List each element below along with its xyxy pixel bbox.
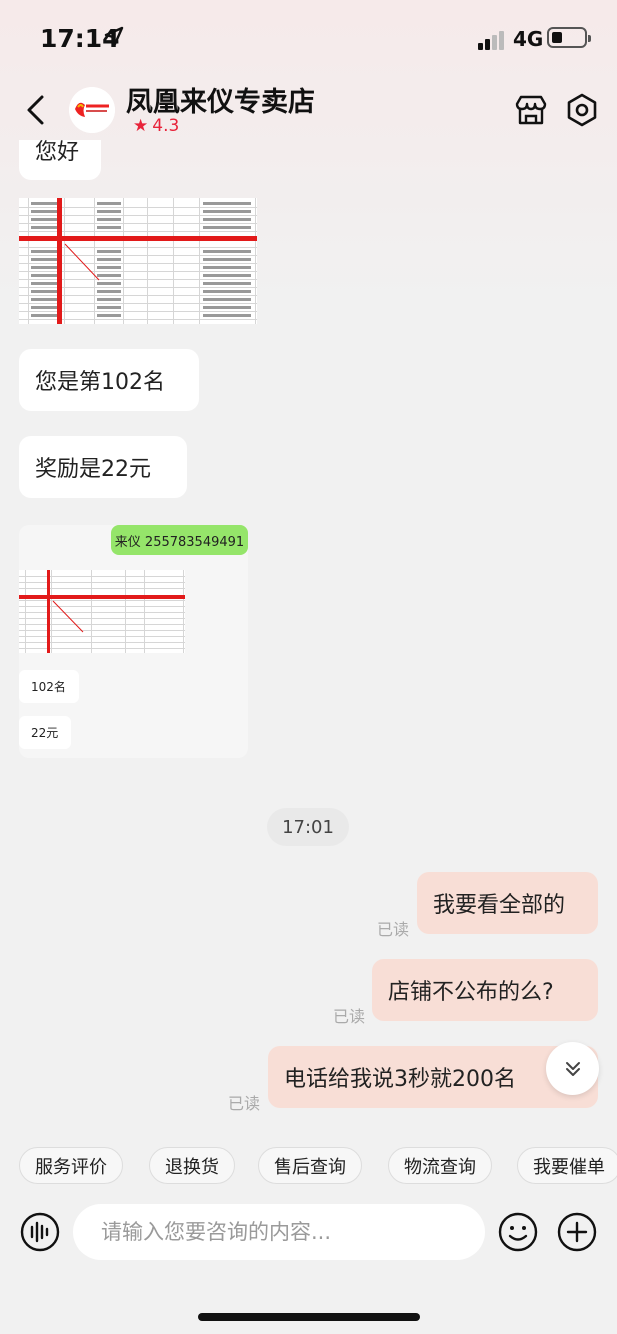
message-incoming[interactable]: 奖励是22元 <box>19 436 187 498</box>
rating-value: 4.3 <box>152 116 180 136</box>
chat-area[interactable]: 您好 您是第102名 奖励是22元 来仪 255783549491 102名 2… <box>0 140 617 1130</box>
settings-icon[interactable] <box>565 93 599 127</box>
battery-icon <box>547 27 591 48</box>
shop-logo[interactable] <box>69 87 115 133</box>
card-message: 22元 <box>19 716 71 749</box>
message-incoming[interactable]: 您是第102名 <box>19 349 199 411</box>
quick-reply-logistics[interactable]: 物流查询 <box>388 1147 492 1184</box>
scroll-down-icon <box>565 1061 580 1076</box>
shop-rating: ★ 4.3 <box>133 116 179 136</box>
network-type: 4G <box>513 27 544 51</box>
quick-reply-urge-order[interactable]: 我要催单 <box>517 1147 617 1184</box>
message-text: 奖励是22元 <box>35 457 151 482</box>
message-text: 店铺不公布的么? <box>388 980 554 1005</box>
scroll-to-bottom-button[interactable] <box>546 1042 599 1095</box>
card-message-text: 102名 <box>31 680 66 694</box>
message-text: 电话给我说3秒就200名 <box>284 1067 516 1092</box>
emoji-icon[interactable] <box>498 1212 538 1252</box>
spreadsheet-thumbnail[interactable] <box>19 570 185 653</box>
order-tag: 来仪 255783549491 <box>111 525 248 555</box>
read-receipt: 已读 <box>377 920 410 939</box>
card-message: 102名 <box>19 670 79 703</box>
card-message-text: 22元 <box>31 726 59 740</box>
home-indicator[interactable] <box>198 1313 420 1321</box>
message-text: 我要看全部的 <box>433 893 566 918</box>
timestamp-divider: 17:01 <box>267 808 349 846</box>
read-receipt: 已读 <box>228 1094 261 1113</box>
message-text: 您是第102名 <box>35 370 165 395</box>
read-receipt: 已读 <box>333 1007 366 1026</box>
voice-icon[interactable] <box>20 1212 60 1252</box>
quoted-chat-card[interactable]: 来仪 255783549491 102名 22元 <box>19 525 248 758</box>
message-input[interactable] <box>73 1204 485 1260</box>
quick-reply-service-rating[interactable]: 服务评价 <box>19 1147 123 1184</box>
back-icon[interactable] <box>24 94 48 126</box>
message-text: 您好 <box>35 140 80 165</box>
signal-icon <box>478 31 504 50</box>
message-incoming[interactable]: 您好 <box>19 140 101 180</box>
spreadsheet-image[interactable] <box>19 198 257 324</box>
message-outgoing[interactable]: 店铺不公布的么? <box>372 959 598 1021</box>
quick-reply-after-sales[interactable]: 售后查询 <box>258 1147 362 1184</box>
input-bar <box>0 1200 617 1266</box>
store-icon[interactable] <box>514 94 548 126</box>
message-outgoing[interactable]: 我要看全部的 <box>417 872 598 934</box>
star-icon: ★ <box>133 116 149 136</box>
plus-icon[interactable] <box>557 1212 597 1252</box>
shop-name[interactable]: 凤凰来仪专卖店 <box>126 80 315 119</box>
quick-reply-bar: 服务评价 退换货 售后查询 物流查询 我要催单 <box>0 1147 617 1187</box>
location-arrow-icon <box>104 26 124 46</box>
status-bar: 17:14 4G <box>0 0 617 80</box>
quick-reply-return-exchange[interactable]: 退换货 <box>149 1147 235 1184</box>
